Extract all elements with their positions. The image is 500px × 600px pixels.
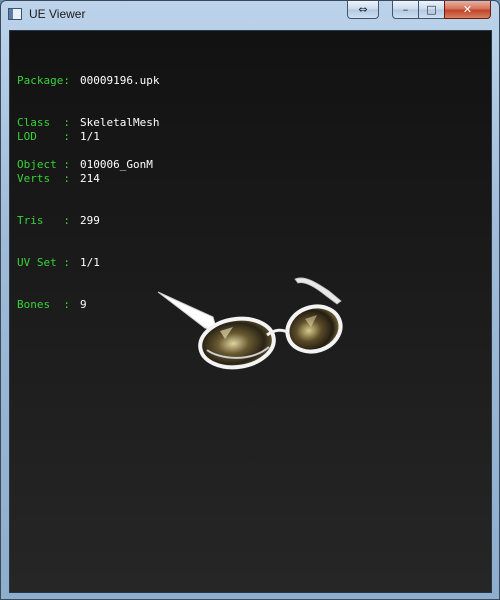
stat-row-uvset: UV Set : 1/1 xyxy=(17,256,100,270)
3d-viewport[interactable]: Package: 00009196.upk Class : SkeletalMesh… xyxy=(9,30,492,593)
sunglasses-mesh xyxy=(157,277,343,370)
stat-row-verts: Verts : 214 xyxy=(17,172,100,186)
stat-value: 214 xyxy=(80,172,100,185)
maximize-button[interactable]: □ xyxy=(418,1,445,19)
info-value: 00009196.upk xyxy=(80,74,160,87)
app-icon xyxy=(8,8,22,20)
stat-key: Verts : xyxy=(17,172,70,185)
right-temple xyxy=(294,277,342,305)
stat-value: 9 xyxy=(80,298,87,311)
info-row-package: Package: 00009196.upk xyxy=(17,74,159,88)
stat-row-bones: Bones : 9 xyxy=(17,298,100,312)
left-temple xyxy=(157,291,218,332)
app-window: UE Viewer ⇔ – □ ✕ Package: 00009196.upk C… xyxy=(0,0,500,600)
stat-value: 299 xyxy=(80,214,100,227)
mesh-stats: LOD : 1/1 Verts : 214 Tris : 299 UV Set : 1/… xyxy=(17,102,100,340)
right-lens xyxy=(285,304,343,354)
stat-key: Bones : xyxy=(17,298,70,311)
stat-value: 1/1 xyxy=(80,256,100,269)
close-button[interactable]: ✕ xyxy=(444,1,491,19)
info-key: Package: xyxy=(17,74,70,87)
window-title: UE Viewer xyxy=(29,7,86,21)
stat-key: LOD : xyxy=(17,130,70,143)
stat-row-lod: LOD : 1/1 xyxy=(17,130,100,144)
stat-key: Tris : xyxy=(17,214,70,227)
title-bar[interactable]: UE Viewer ⇔ – □ ✕ xyxy=(1,1,499,30)
swap-button[interactable]: ⇔ xyxy=(347,1,379,19)
stat-row-tris: Tris : 299 xyxy=(17,214,100,228)
minimize-button[interactable]: – xyxy=(392,1,419,19)
stat-value: 1/1 xyxy=(80,130,100,143)
stat-key: UV Set : xyxy=(17,256,70,269)
